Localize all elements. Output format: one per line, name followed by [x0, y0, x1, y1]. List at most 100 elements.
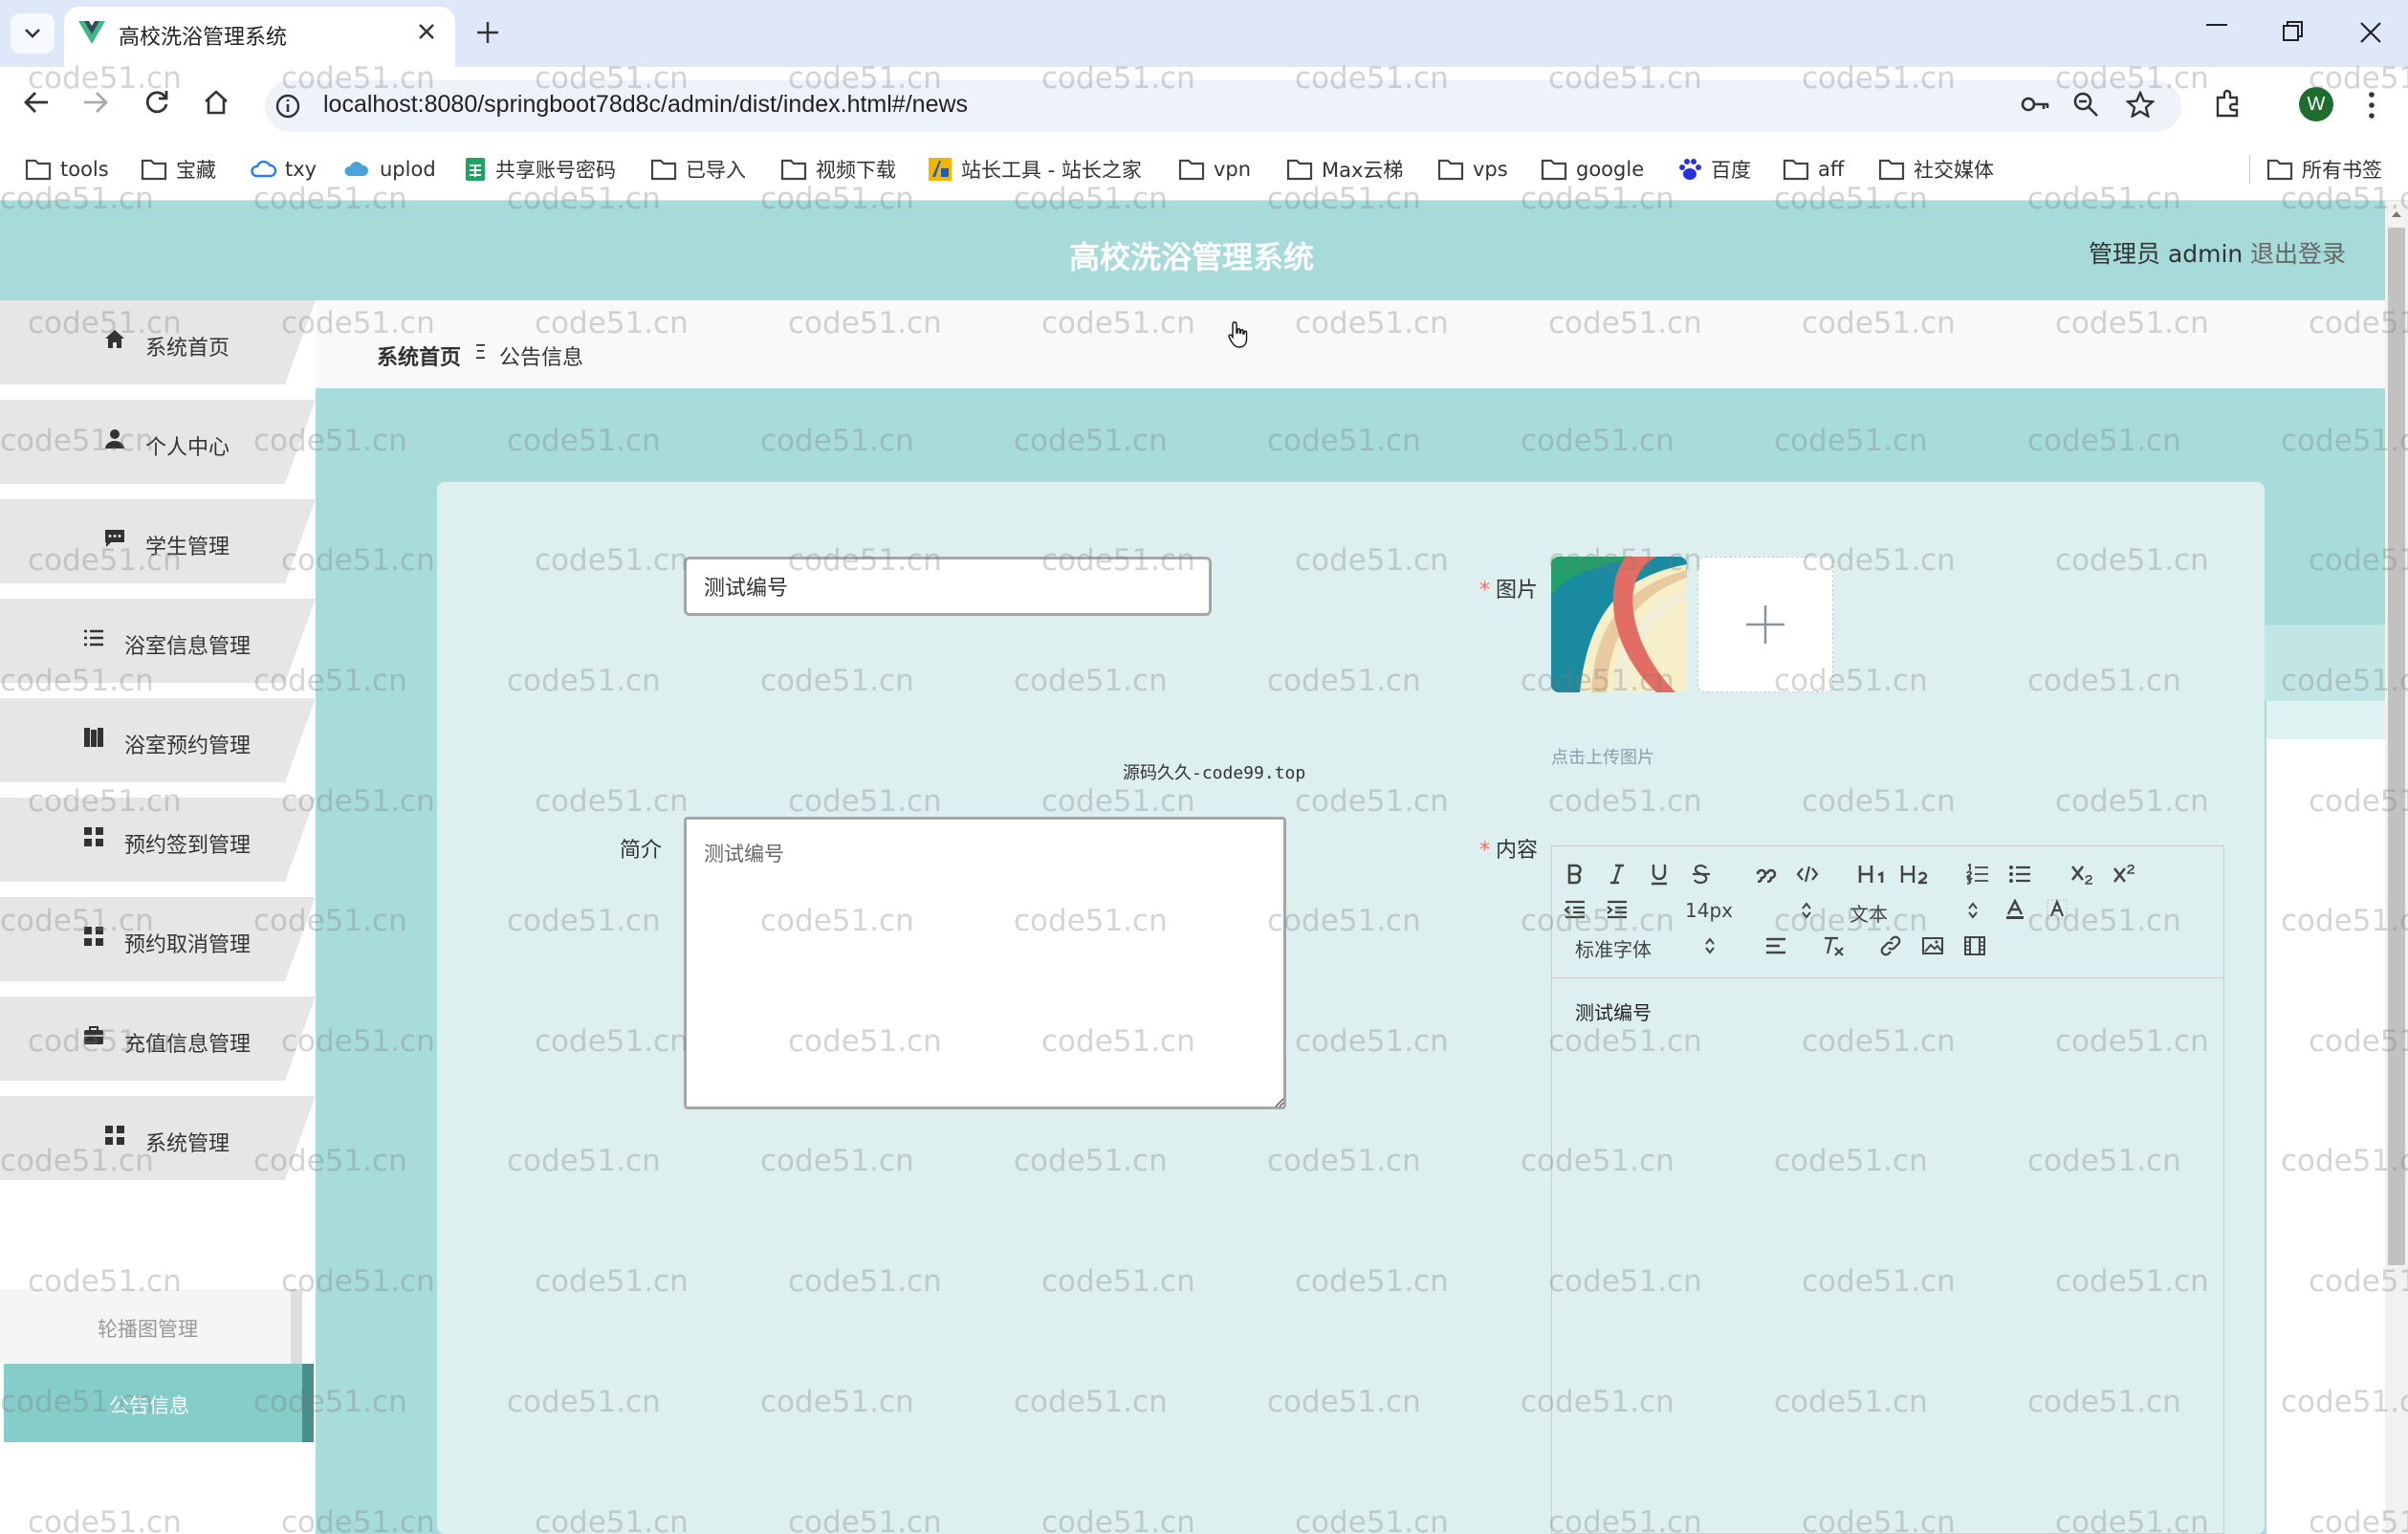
grid-icon: [105, 1126, 124, 1145]
bookmark-imported[interactable]: 已导入: [650, 153, 746, 186]
ordered-list-icon: [1966, 864, 1988, 885]
minimize-icon[interactable]: [2206, 23, 2227, 27]
logout-link[interactable]: 退出登录: [2250, 235, 2346, 270]
bullet-list-icon: [2009, 866, 2030, 883]
submenu-carousel[interactable]: 轮播图管理: [0, 1289, 302, 1364]
resize-grip-icon[interactable]: [1273, 1096, 1284, 1107]
background-decoration: [2266, 701, 2385, 739]
new-tab-icon[interactable]: [475, 20, 500, 45]
sidebar-item-cancel[interactable]: 预约取消管理: [0, 897, 316, 981]
bookmark-vps[interactable]: vps: [1437, 153, 1508, 186]
bold-button[interactable]: [1559, 860, 1591, 888]
restore-icon[interactable]: [2283, 21, 2304, 42]
video-button[interactable]: [1959, 931, 1991, 960]
align-button[interactable]: [1760, 931, 1792, 960]
more-menu-icon[interactable]: [2367, 91, 2376, 120]
forward-arrow-icon[interactable]: [82, 89, 109, 116]
bookmark-shared-accounts[interactable]: 共享账号密码: [464, 153, 616, 186]
bookmark-tools[interactable]: tools: [25, 153, 109, 186]
header-select[interactable]: 文本: [1850, 899, 1888, 927]
bookmark-vpn[interactable]: vpn: [1178, 153, 1251, 186]
sidebar-item-recharge[interactable]: 充值信息管理: [0, 997, 316, 1081]
font-family-select[interactable]: 标准字体: [1575, 934, 1652, 962]
bookmark-aff[interactable]: aff: [1783, 153, 1844, 186]
code-block-button[interactable]: [1791, 860, 1824, 888]
rich-text-editor: 14px 文本 标准字体 测试编号: [1551, 845, 2224, 1534]
ordered-list-button[interactable]: [1961, 860, 1994, 888]
extensions-icon[interactable]: [2213, 88, 2244, 119]
sidebar: 系统首页 个人中心 学生管理 浴室信息管理 浴室预约管理 预约签到管理 预约取消…: [0, 300, 316, 1534]
indent-increase-button[interactable]: [1601, 895, 1633, 924]
folder-icon: [780, 159, 807, 181]
source-watermark-text: 源码久久-code99.top: [1123, 763, 1306, 783]
url-text[interactable]: localhost:8080/springboot78d8c/admin/dis…: [323, 91, 968, 119]
bookmark-social-media[interactable]: 社交媒体: [1878, 153, 1994, 186]
profile-avatar[interactable]: W: [2299, 87, 2333, 121]
password-key-icon[interactable]: [2020, 91, 2050, 118]
sidebar-item-bathroom-booking[interactable]: 浴室预约管理: [0, 698, 316, 782]
h2-button[interactable]: [1896, 860, 1935, 888]
indent-decrease-button[interactable]: [1559, 895, 1591, 924]
underline-button[interactable]: [1643, 860, 1675, 888]
folder-icon: [1878, 159, 1905, 181]
superscript-button[interactable]: [2109, 860, 2141, 888]
breadcrumb-home[interactable]: 系统首页: [377, 340, 461, 371]
italic-button[interactable]: [1601, 860, 1633, 888]
scrollbar-thumb[interactable]: [2388, 228, 2405, 1265]
tab-search-button[interactable]: [11, 13, 55, 54]
sidebar-item-personal-center[interactable]: 个人中心: [0, 400, 316, 484]
sidebar-item-student-management[interactable]: 学生管理: [0, 499, 316, 583]
italic-icon: [1610, 864, 1624, 885]
home-icon[interactable]: [203, 89, 230, 116]
link-button[interactable]: [1874, 931, 1907, 960]
chat-icon: [105, 530, 124, 547]
quote-icon: [1756, 868, 1777, 883]
reload-icon[interactable]: [143, 89, 170, 116]
uploaded-image-thumbnail[interactable]: [1551, 557, 1687, 692]
close-tab-icon[interactable]: [417, 22, 436, 41]
bookmark-txy[interactable]: txy: [250, 153, 317, 186]
font-color-button[interactable]: [1999, 895, 2031, 924]
subscript-button[interactable]: [2067, 860, 2099, 888]
briefcase-icon: [84, 1026, 103, 1044]
background-color-button[interactable]: [2041, 895, 2073, 924]
bookmark-baozang[interactable]: 宝藏: [141, 153, 216, 186]
title-input[interactable]: [684, 557, 1212, 616]
sidebar-item-system[interactable]: 系统管理: [0, 1096, 316, 1180]
zoom-icon[interactable]: [2072, 91, 2099, 118]
upload-image-button[interactable]: [1697, 557, 1833, 692]
background-decoration: [2257, 625, 2385, 701]
bookmark-chinaz[interactable]: 站长工具 - 站长之家: [928, 153, 1142, 186]
close-window-icon[interactable]: [2359, 21, 2382, 44]
app-header: 高校洗浴管理系统 管理员 admin 退出登录: [0, 201, 2385, 300]
bookmark-max-ladder[interactable]: Max云梯: [1286, 153, 1403, 186]
home-icon: [105, 330, 124, 348]
editor-content[interactable]: 测试编号: [1575, 997, 1652, 1025]
user-icon: [105, 429, 124, 449]
bookmark-uplod[interactable]: uplod: [342, 153, 436, 186]
image-button[interactable]: [1916, 931, 1949, 960]
sidebar-item-checkin[interactable]: 预约签到管理: [0, 798, 316, 882]
bookmark-baidu[interactable]: 百度: [1677, 153, 1751, 186]
blockquote-button[interactable]: [1750, 860, 1783, 888]
font-size-select[interactable]: 14px: [1685, 899, 1733, 922]
bookmark-star-icon[interactable]: [2126, 91, 2155, 118]
select-arrows-icon: [1705, 937, 1715, 954]
bookmark-video-download[interactable]: 视频下载: [780, 153, 896, 186]
system-title: 高校洗浴管理系统: [1069, 239, 1315, 275]
submenu-news-active[interactable]: 公告信息: [4, 1364, 314, 1442]
folder-icon: [1178, 159, 1205, 181]
back-arrow-icon[interactable]: [23, 89, 50, 116]
bullet-list-button[interactable]: [2003, 860, 2036, 888]
intro-textarea[interactable]: 测试编号: [684, 817, 1286, 1109]
scroll-up-arrow-icon[interactable]: [2391, 210, 2402, 218]
clear-format-button[interactable]: [1817, 931, 1850, 960]
bookmark-all[interactable]: 所有书签: [2266, 153, 2382, 186]
bookmark-google[interactable]: google: [1541, 153, 1644, 186]
folder-icon: [1286, 159, 1313, 181]
site-info-icon[interactable]: [274, 93, 301, 120]
strike-button[interactable]: [1685, 860, 1718, 888]
sidebar-item-bathroom-info[interactable]: 浴室信息管理: [0, 599, 316, 683]
h1-button[interactable]: [1854, 860, 1893, 888]
sidebar-item-home[interactable]: 系统首页: [0, 300, 316, 384]
